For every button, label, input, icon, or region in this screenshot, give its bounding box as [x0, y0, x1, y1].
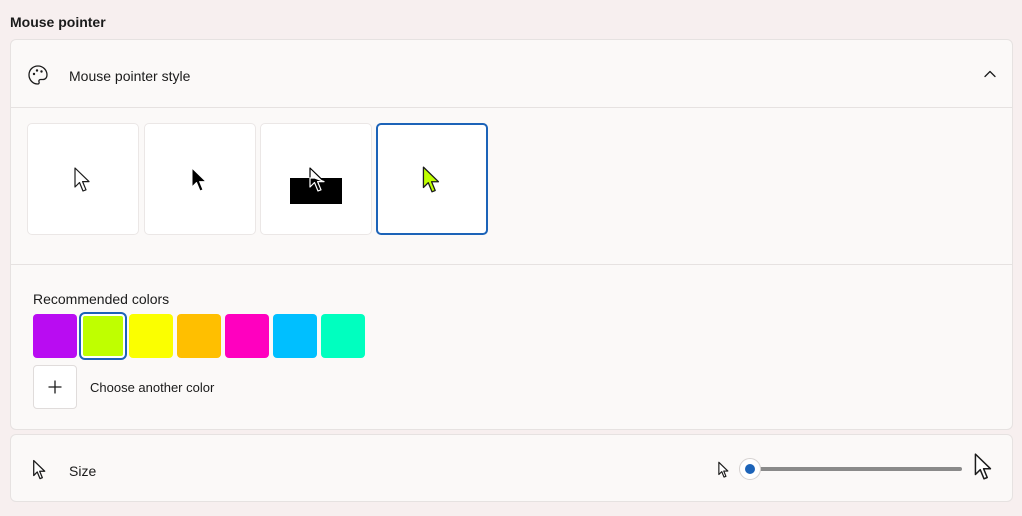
pointer-style-header[interactable]: Mouse pointer style	[11, 40, 1012, 108]
pointer-style-black[interactable]	[144, 123, 256, 235]
small-cursor-icon	[718, 461, 729, 478]
section-title: Mouse pointer	[10, 14, 106, 30]
recommended-colors-label: Recommended colors	[33, 291, 170, 307]
color-swatch-pink[interactable]	[225, 314, 269, 358]
color-swatch-yellow[interactable]	[129, 314, 173, 358]
white-cursor-icon	[74, 167, 90, 192]
pointer-style-options	[11, 109, 1012, 265]
color-swatch-orange[interactable]	[177, 314, 221, 358]
plus-icon	[48, 380, 62, 394]
black-cursor-icon	[191, 167, 207, 192]
color-swatch-blue[interactable]	[273, 314, 317, 358]
pointer-style-white[interactable]	[27, 123, 139, 235]
pointer-style-label: Mouse pointer style	[69, 68, 191, 84]
palette-icon	[28, 65, 48, 85]
size-slider-thumb[interactable]	[739, 458, 761, 480]
color-swatch-purple[interactable]	[33, 314, 77, 358]
large-cursor-icon	[974, 453, 992, 480]
color-swatch-teal[interactable]	[321, 314, 365, 358]
choose-another-color-label[interactable]: Choose another color	[90, 380, 214, 395]
size-slider-track[interactable]	[750, 467, 962, 471]
pointer-style-inverted[interactable]	[260, 123, 372, 235]
cursor-icon	[33, 459, 46, 480]
size-panel: Size	[10, 434, 1013, 502]
size-slider-thumb-dot	[745, 464, 755, 474]
custom-color-cursor-icon	[422, 166, 440, 193]
inverted-cursor-icon	[290, 167, 342, 204]
pointer-style-panel: Mouse pointer style Recommended colors C…	[10, 39, 1013, 430]
size-label: Size	[69, 463, 97, 479]
color-swatch-lime[interactable]	[81, 314, 125, 358]
add-color-button[interactable]	[33, 365, 77, 409]
chevron-up-icon[interactable]	[982, 66, 998, 82]
pointer-style-custom[interactable]	[376, 123, 488, 235]
